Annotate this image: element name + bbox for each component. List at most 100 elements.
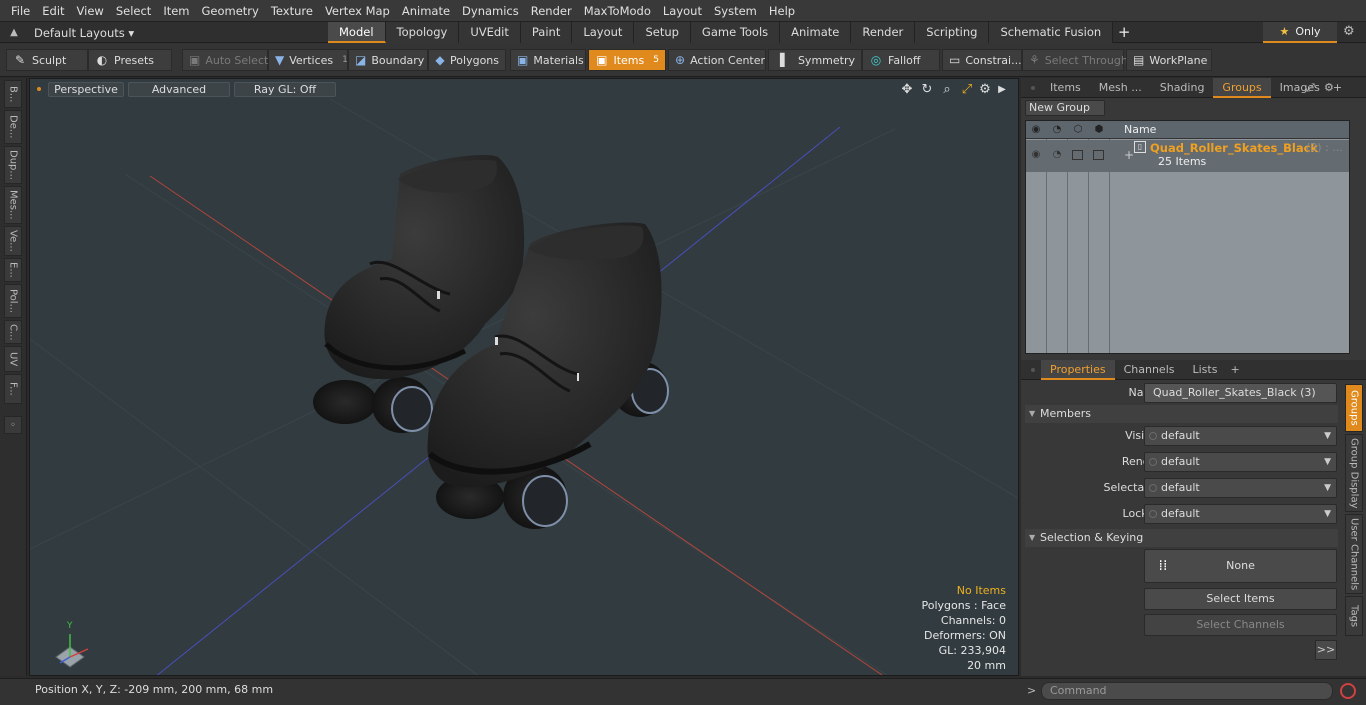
row-render-icon[interactable]: ◔ [1050,148,1064,162]
maximize-view-icon[interactable]: ⤢ [959,82,975,98]
row-lock-checkbox[interactable] [1072,150,1083,160]
viewport-expand-icon[interactable]: ▶ [994,82,1010,98]
left-tab-duplicate[interactable]: Dup... [4,146,22,184]
group-list[interactable]: ◉ ◔ ⬡ ⬢ Name ◉ ◔ + ▯ Quad_Roller_Skates_… [1025,120,1350,354]
left-tab-fusion[interactable]: F... [4,374,22,404]
viewport-settings-icon[interactable]: ⚙ [977,82,993,98]
tab-mesh[interactable]: Mesh ... [1090,78,1151,98]
keying-none-button[interactable]: ⁞⁞ None [1144,549,1337,583]
tab-uvedit[interactable]: UVEdit [459,22,521,43]
select-through-button[interactable]: ⚘ Select Through [1022,49,1128,71]
menu-animate[interactable]: Animate [396,4,456,18]
left-tab-deform[interactable]: De... [4,110,22,144]
rotate-view-icon[interactable]: ↻ [919,82,935,98]
panel-settings-icon[interactable]: ⚙ [1324,81,1334,94]
side-tab-groups[interactable]: Groups [1345,384,1363,432]
menu-dynamics[interactable]: Dynamics [456,4,525,18]
only-toggle[interactable]: ★ Only [1263,22,1337,43]
left-tab-vertex[interactable]: Ve... [4,226,22,256]
falloff-button[interactable]: ◎ Falloff [862,49,940,71]
left-tab-uv[interactable]: UV [4,346,22,372]
left-tab-edge[interactable]: E... [4,258,22,282]
group-row[interactable]: ◉ ◔ + ▯ Quad_Roller_Skates_Black (3) : .… [1026,140,1349,172]
tab-channels[interactable]: Channels [1115,360,1184,380]
panel-expand-icon[interactable]: ⤢ [1306,81,1315,95]
name-field[interactable]: Quad_Roller_Skates_Black (3) [1144,383,1337,403]
select-channels-button[interactable]: Select Channels [1144,614,1337,636]
menu-geometry[interactable]: Geometry [196,4,265,18]
selectable-select[interactable]: default ▼ [1144,478,1337,498]
menu-maxtomodo[interactable]: MaxToModo [578,4,657,18]
auto-select-button[interactable]: ▣ Auto Select [182,49,268,71]
more-button[interactable]: >> [1315,640,1337,660]
constraints-button[interactable]: ▭ Constrai... [942,49,1022,71]
polygons-button[interactable]: ◆ Polygons [428,49,506,71]
menu-system[interactable]: System [708,4,763,18]
row-eye-icon[interactable]: ◉ [1029,148,1043,162]
viewport-menu-dot[interactable] [37,87,41,91]
tab-schematic-fusion[interactable]: Schematic Fusion [989,22,1114,43]
tab-topology[interactable]: Topology [385,22,460,43]
members-section[interactable]: ▼ Members [1025,405,1338,423]
advanced-button[interactable]: Advanced [128,82,230,97]
boundary-button[interactable]: ◪ Boundary [348,49,428,71]
left-tab-curve[interactable]: C... [4,320,22,344]
tab-properties[interactable]: Properties [1041,359,1115,380]
menu-item[interactable]: Item [157,4,195,18]
tab-animate[interactable]: Animate [780,22,852,43]
locked-select[interactable]: default ▼ [1144,504,1337,524]
props-menu-dot[interactable] [1031,367,1035,372]
layout-collapse-icon[interactable]: ▲ [4,27,24,38]
tab-items[interactable]: Items [1041,78,1090,98]
gear-icon[interactable]: ⚙ [1343,24,1355,39]
selection-keying-section[interactable]: ▼ Selection & Keying [1025,529,1338,547]
tab-scripting[interactable]: Scripting [915,22,990,43]
render-icon[interactable]: ◔ [1050,123,1064,137]
menu-vertex-map[interactable]: Vertex Map [319,4,396,18]
3d-viewport[interactable]: Y Perspective Advanced Ray GL: Off ✥ ↻ ⌕… [29,78,1019,676]
zoom-view-icon[interactable]: ⌕ [939,82,955,98]
menu-view[interactable]: View [71,4,110,18]
expand-icon[interactable]: + [1124,148,1134,162]
presets-button[interactable]: ◐ Presets [88,49,172,71]
tab-render[interactable]: Render [851,22,916,43]
vertices-button[interactable]: ▼ Vertices 1 [268,49,348,71]
menu-render[interactable]: Render [525,4,578,18]
props-add-tab[interactable]: + [1226,360,1243,380]
default-layouts-dropdown[interactable]: Default Layouts ▾ [34,26,134,40]
left-tab-basic[interactable]: B... [4,80,22,108]
select-items-button[interactable]: Select Items [1144,588,1337,610]
left-tab-mesh-edit[interactable]: Mes... [4,186,22,224]
side-tab-user-channels[interactable]: User Channels [1345,514,1363,594]
menu-help[interactable]: Help [763,4,801,18]
new-group-button[interactable]: New Group [1025,100,1105,116]
add-tab-button[interactable]: + [1113,22,1135,43]
tab-setup[interactable]: Setup [634,22,691,43]
left-tab-polygon[interactable]: Pol... [4,284,22,318]
group-name[interactable]: Quad_Roller_Skates_Black [1150,141,1318,155]
menu-file[interactable]: File [0,4,36,18]
panel-menu-dot[interactable] [1031,85,1035,90]
left-strip-toggle[interactable]: ◦ [4,416,22,434]
tab-game-tools[interactable]: Game Tools [690,22,781,43]
symmetry-button[interactable]: ▐ Symmetry [768,49,862,71]
record-macro-icon[interactable] [1340,683,1356,699]
menu-texture[interactable]: Texture [265,4,319,18]
raygl-button[interactable]: Ray GL: Off [234,82,336,97]
lock-icon[interactable]: ⬡ [1071,123,1085,137]
workplane-button[interactable]: ▤ WorkPlane [1126,49,1212,71]
select-icon[interactable]: ⬢ [1092,123,1106,137]
tab-model[interactable]: Model [328,22,386,43]
move-view-icon[interactable]: ✥ [899,82,915,98]
tab-paint[interactable]: Paint [520,22,573,43]
tab-images[interactable]: Images [1271,78,1329,98]
sculpt-button[interactable]: ✎ Sculpt [6,49,88,71]
menu-select[interactable]: Select [110,4,157,18]
items-button[interactable]: ▣ Items 5 [588,49,666,71]
tab-groups[interactable]: Groups [1213,77,1271,98]
menu-edit[interactable]: Edit [36,4,70,18]
render-select[interactable]: default ▼ [1144,452,1337,472]
tab-shading[interactable]: Shading [1151,78,1214,98]
eye-icon[interactable]: ◉ [1029,123,1043,137]
side-tab-tags[interactable]: Tags [1345,596,1363,636]
